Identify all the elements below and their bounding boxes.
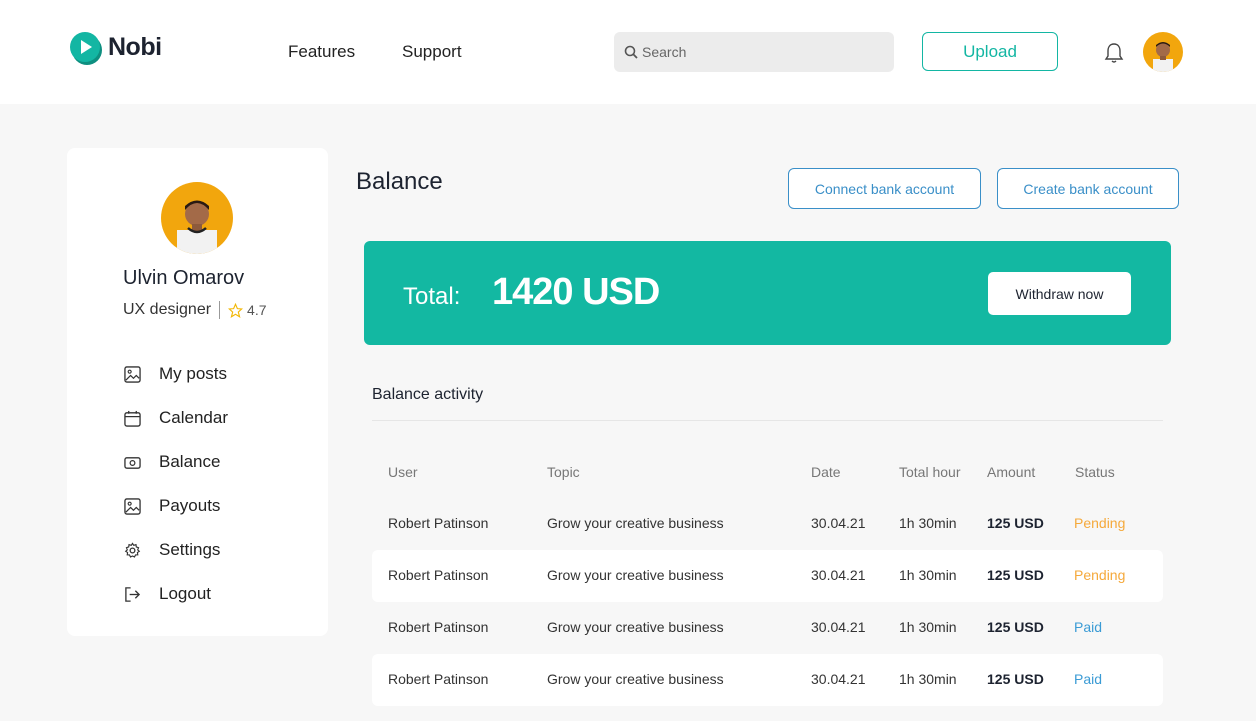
cell-topic: Grow your creative business [547,619,724,635]
status-badge: Pending [1074,567,1126,583]
divider [372,420,1163,421]
image-icon [123,365,141,383]
logo[interactable]: Nobi [70,32,162,62]
total-balance-card: Total: 1420 USD Withdraw now [364,241,1171,345]
search-input[interactable] [642,44,872,60]
cell-topic: Grow your creative business [547,567,724,583]
logout-icon [123,585,141,603]
total-value: 1420 USD [492,271,660,313]
cell-amount: 125 USD [987,671,1044,687]
star-icon [228,302,244,318]
menu-item-settings[interactable]: Settings [123,540,220,560]
menu-item-my-posts[interactable]: My posts [123,364,227,384]
profile-avatar [161,182,233,254]
menu-label: Payouts [159,496,221,515]
status-badge: Paid [1074,671,1103,687]
upload-button[interactable]: Upload [922,32,1058,71]
withdraw-now-button[interactable]: Withdraw now [988,272,1131,315]
menu-item-logout[interactable]: Logout [123,584,211,604]
cell-user: Robert Patinson [388,619,489,635]
profile-role: UX designer [123,301,212,318]
cell-user: Robert Patinson [388,515,489,531]
person-icon [1153,42,1173,72]
logo-text: Nobi [108,32,162,61]
nav-features[interactable]: Features [288,42,355,62]
top-bar: Nobi Features Support Upload [0,0,1256,104]
cell-amount: 125 USD [987,619,1044,635]
calendar-icon [123,409,141,427]
cell-date: 30.04.21 [811,671,866,687]
logo-play-icon [70,32,100,62]
cell-hours: 1h 30min [899,567,957,583]
user-avatar[interactable] [1143,32,1183,72]
bell-icon[interactable] [1104,42,1124,64]
search-box[interactable] [614,32,894,72]
column-header-amount: Amount [987,464,1036,480]
cell-amount: 125 USD [987,567,1044,583]
cell-amount: 125 USD [987,515,1044,531]
money-icon [123,453,141,471]
column-header-user: User [388,464,418,480]
menu-label: Balance [159,452,221,471]
table-row[interactable]: Robert Patinson Grow your creative busin… [372,550,1163,602]
create-bank-account-button[interactable]: Create bank account [997,168,1179,209]
profile-role-line: UX designer 4.7 [123,301,267,319]
profile-name: Ulvin Omarov [123,267,245,289]
cell-hours: 1h 30min [899,619,957,635]
profile-card: Ulvin Omarov UX designer 4.7 My posts Ca… [67,148,328,636]
cell-hours: 1h 30min [899,671,957,687]
person-icon [177,200,217,254]
cell-user: Robert Patinson [388,671,489,687]
page-title: Balance [356,168,443,195]
status-badge: Pending [1074,515,1126,531]
gear-icon [123,541,141,559]
column-header-total-hour: Total hour [899,464,961,480]
cell-user: Robert Patinson [388,567,489,583]
nav-support[interactable]: Support [402,42,462,62]
menu-label: Logout [159,584,211,603]
image-icon [123,497,141,515]
cell-date: 30.04.21 [811,567,866,583]
menu-item-balance[interactable]: Balance [123,452,220,472]
table-row[interactable]: Robert Patinson Grow your creative busin… [372,654,1163,706]
cell-topic: Grow your creative business [547,671,724,687]
profile-rating: 4.7 [247,302,267,318]
section-title: Balance activity [372,386,484,403]
column-header-topic: Topic [547,464,580,480]
table-row[interactable]: Robert Patinson Grow your creative busin… [372,498,1163,550]
cell-topic: Grow your creative business [547,515,724,531]
search-icon [624,45,638,59]
menu-label: Calendar [159,408,228,427]
total-label: Total: [403,283,461,310]
connect-bank-account-button[interactable]: Connect bank account [788,168,981,209]
cell-date: 30.04.21 [811,515,866,531]
menu-item-calendar[interactable]: Calendar [123,408,228,428]
divider [219,301,221,319]
cell-date: 30.04.21 [811,619,866,635]
menu-item-payouts[interactable]: Payouts [123,496,220,516]
status-badge: Paid [1074,619,1103,635]
column-header-date: Date [811,464,841,480]
table-row[interactable]: Robert Patinson Grow your creative busin… [372,602,1163,654]
menu-label: My posts [159,364,228,383]
menu-label: Settings [159,540,221,559]
cell-hours: 1h 30min [899,515,957,531]
column-header-status: Status [1075,464,1115,480]
